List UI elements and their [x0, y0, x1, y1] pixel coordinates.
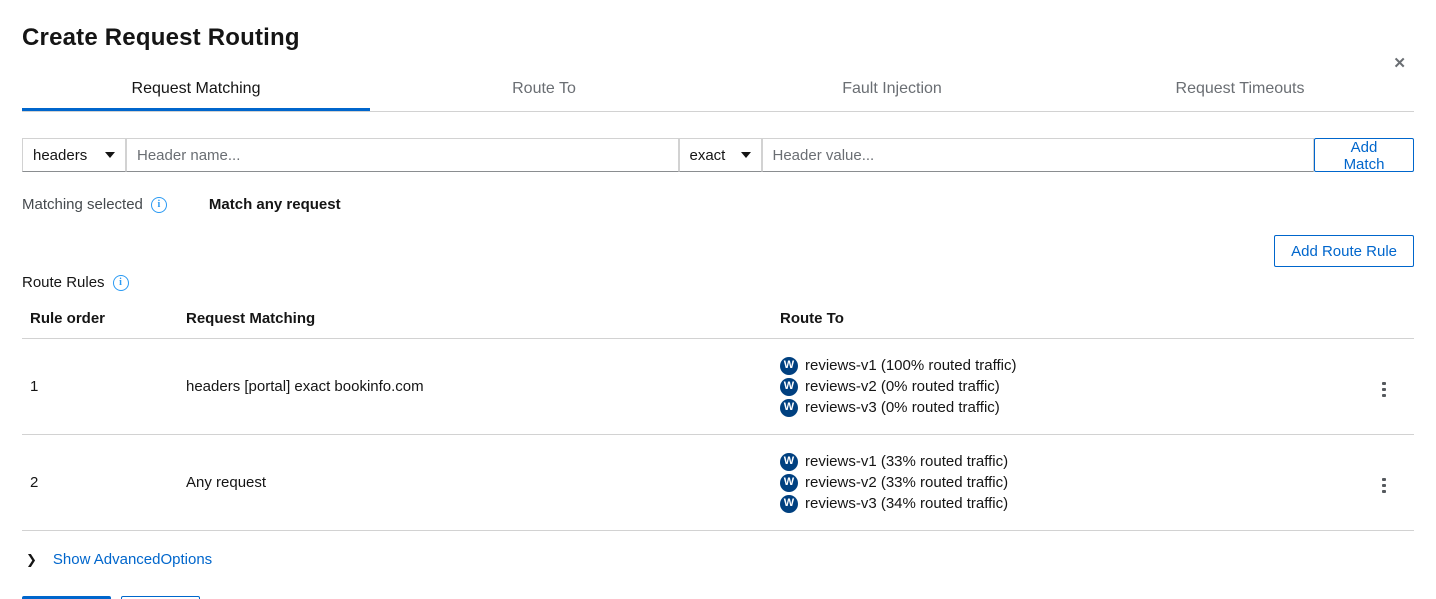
- tab-fault-injection[interactable]: Fault Injection: [718, 74, 1066, 111]
- kebab-menu-icon[interactable]: [1376, 474, 1392, 498]
- matching-selected-label: Matching selected: [22, 196, 143, 213]
- route-destination-label: reviews-v1 (100% routed traffic): [805, 355, 1016, 376]
- workload-badge-icon: W: [780, 453, 798, 471]
- wizard-tabs: Request Matching Route To Fault Injectio…: [22, 74, 1414, 112]
- header-value-input[interactable]: [762, 138, 1315, 172]
- add-route-rule-button[interactable]: Add Route Rule: [1274, 235, 1414, 267]
- route-destination: Wreviews-v1 (33% routed traffic): [780, 451, 1346, 472]
- match-category-value: headers: [33, 147, 87, 164]
- column-header-route-to: Route To: [772, 301, 1354, 339]
- workload-badge-icon: W: [780, 495, 798, 513]
- rule-matching-cell: Any request: [178, 435, 772, 531]
- rule-matching-cell: headers [portal] exact bookinfo.com: [178, 339, 772, 435]
- rule-order-cell: 2: [22, 435, 178, 531]
- workload-badge-icon: W: [780, 357, 798, 375]
- match-operator-select[interactable]: exact: [679, 138, 762, 172]
- column-header-actions: [1354, 301, 1414, 339]
- route-destination: Wreviews-v3 (0% routed traffic): [780, 397, 1346, 418]
- route-rules-table: Rule order Request Matching Route To 1 h…: [22, 301, 1414, 531]
- info-icon[interactable]: i: [113, 275, 129, 291]
- close-icon[interactable]: ✕: [1393, 56, 1406, 71]
- table-row: 1 headers [portal] exact bookinfo.com Wr…: [22, 339, 1414, 435]
- route-destination: Wreviews-v3 (34% routed traffic): [780, 493, 1346, 514]
- rule-route-to-cell: Wreviews-v1 (33% routed traffic)Wreviews…: [772, 435, 1354, 531]
- route-destination-label: reviews-v3 (0% routed traffic): [805, 397, 1000, 418]
- tab-route-to[interactable]: Route To: [370, 74, 718, 111]
- matching-selected-value: Match any request: [209, 196, 341, 213]
- kebab-menu-icon[interactable]: [1376, 378, 1392, 402]
- route-rules-label: Route Rules: [22, 274, 105, 291]
- column-header-request-matching: Request Matching: [178, 301, 772, 339]
- workload-badge-icon: W: [780, 378, 798, 396]
- tab-request-matching[interactable]: Request Matching: [22, 74, 370, 111]
- tab-request-timeouts[interactable]: Request Timeouts: [1066, 74, 1414, 111]
- route-destination: Wreviews-v2 (0% routed traffic): [780, 376, 1346, 397]
- advanced-options-row: ❯ Show AdvancedOptions: [22, 551, 1414, 568]
- table-row: 2 Any request Wreviews-v1 (33% routed tr…: [22, 435, 1414, 531]
- matching-selected-row: Matching selected i Match any request: [22, 196, 1414, 213]
- route-destination: Wreviews-v2 (33% routed traffic): [780, 472, 1346, 493]
- table-header-row: Rule order Request Matching Route To: [22, 301, 1414, 339]
- chevron-down-icon: [741, 152, 751, 158]
- route-destination-label: reviews-v1 (33% routed traffic): [805, 451, 1008, 472]
- rule-order-cell: 1: [22, 339, 178, 435]
- add-route-rule-bar: Add Route Rule: [22, 235, 1414, 267]
- route-destination: Wreviews-v1 (100% routed traffic): [780, 355, 1346, 376]
- chevron-right-icon[interactable]: ❯: [26, 552, 37, 568]
- header-name-input[interactable]: [126, 138, 679, 172]
- dialog-title: Create Request Routing: [22, 24, 1414, 52]
- match-category-select[interactable]: headers: [22, 138, 126, 172]
- route-destination-label: reviews-v3 (34% routed traffic): [805, 493, 1008, 514]
- workload-badge-icon: W: [780, 399, 798, 417]
- match-operator-value: exact: [690, 147, 726, 164]
- show-advanced-options-link[interactable]: Show AdvancedOptions: [53, 551, 212, 568]
- info-icon[interactable]: i: [151, 197, 167, 213]
- create-request-routing-dialog: Create Request Routing ✕ Request Matchin…: [0, 24, 1436, 599]
- workload-badge-icon: W: [780, 474, 798, 492]
- rule-route-to-cell: Wreviews-v1 (100% routed traffic)Wreview…: [772, 339, 1354, 435]
- route-destination-label: reviews-v2 (0% routed traffic): [805, 376, 1000, 397]
- column-header-rule-order: Rule order: [22, 301, 178, 339]
- match-builder-row: headers exact Add Match: [22, 138, 1414, 172]
- route-rules-body: 1 headers [portal] exact bookinfo.com Wr…: [22, 339, 1414, 531]
- chevron-down-icon: [105, 152, 115, 158]
- add-match-button[interactable]: Add Match: [1314, 138, 1414, 172]
- route-rules-header: Route Rules i: [22, 274, 1414, 291]
- route-destination-label: reviews-v2 (33% routed traffic): [805, 472, 1008, 493]
